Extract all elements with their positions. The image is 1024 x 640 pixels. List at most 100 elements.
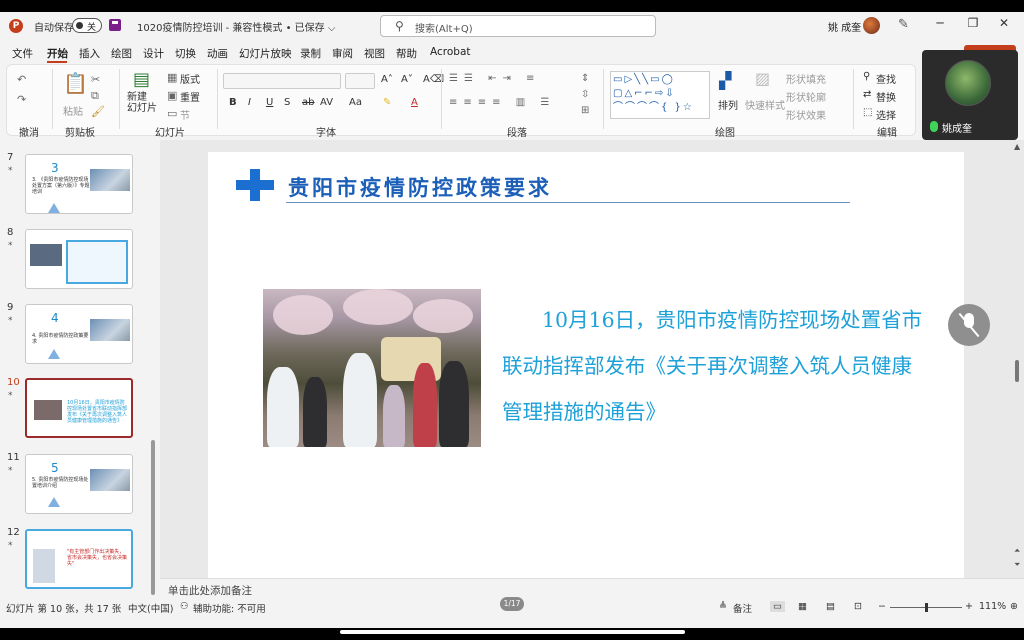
slide-thumbnail-8[interactable] [25,229,133,289]
user-name[interactable]: 姚 成奎 [828,19,861,34]
close-button[interactable]: ✕ [994,16,1014,34]
tab-view[interactable]: 视图 [364,46,385,61]
list-buttons[interactable]: ☰☰ ⇤⇥ ≡ [449,73,540,84]
copy-icon[interactable]: ⧉ [91,89,99,103]
notes-pane[interactable]: 单击此处添加备注 [160,578,1024,600]
shadow-button[interactable]: S [284,97,290,108]
new-slide-label[interactable]: 新建 幻灯片 [127,92,161,114]
thumbnail-scrollbar[interactable] [151,440,155,595]
minimize-button[interactable]: ─ [930,16,950,34]
notes-icon[interactable]: ≜ [719,601,727,612]
tab-transitions[interactable]: 切换 [175,46,196,61]
sorter-view-icon[interactable]: ▦ [798,601,807,612]
section-label[interactable]: 节 [180,107,190,122]
tab-draw[interactable]: 绘图 [111,46,132,61]
paste-label[interactable]: 粘贴 [63,103,83,118]
quick-styles-icon[interactable]: ▨ [755,69,770,88]
slide-photo[interactable] [263,289,481,447]
undo-icon[interactable]: ↶ [17,73,26,86]
tab-insert[interactable]: 插入 [79,46,100,61]
change-case-button[interactable]: Aa [349,97,362,108]
tab-review[interactable]: 审阅 [332,46,353,61]
find-label[interactable]: 查找 [876,71,896,86]
zoom-level[interactable]: 111% [979,601,1006,612]
zoom-out-icon[interactable]: − [878,601,886,612]
shape-effects-label[interactable]: 形状效果 [786,107,826,122]
font-color-icon[interactable]: A [411,97,418,108]
smartart-icon[interactable]: ⊞ [581,105,589,116]
tab-slideshow[interactable]: 幻灯片放映 [239,46,292,61]
meeting-video-tile[interactable]: 姚成奎 [922,50,1018,140]
tab-record[interactable]: 录制 [300,46,321,61]
strikethrough-button[interactable]: ab [302,97,314,108]
underline-button[interactable]: U [266,97,273,108]
align-buttons[interactable]: ≡≡≡≡ ▥ ☰ [449,97,555,108]
pen-icon[interactable]: ✎ [898,17,909,32]
zoom-in-icon[interactable]: + [965,601,973,612]
paste-icon[interactable]: 📋 [63,71,88,95]
tab-file[interactable]: 文件 [12,46,33,61]
slide-title[interactable]: 贵阳市疫情防控政策要求 [288,172,552,202]
zoom-slider-knob[interactable] [925,603,928,612]
accessibility-icon[interactable]: ⚇ [180,601,189,612]
arrange-icon[interactable]: ▞ [719,71,731,90]
tab-design[interactable]: 设计 [143,46,164,61]
highlight-icon[interactable]: ✎ [383,97,391,108]
user-avatar[interactable] [863,17,880,34]
layout-label[interactable]: 版式 [180,71,200,86]
notes-button[interactable]: 备注 [733,601,752,615]
save-icon[interactable] [109,19,121,31]
search-box[interactable]: ⚲ 搜索(Alt+Q) [380,15,656,37]
slide-thumbnail-7[interactable]: 3 3. 《贵阳市疫情防控现场处置方案（第六版）》专题培训 [25,154,133,214]
current-slide[interactable]: 贵阳市疫情防控政策要求 10月16日，贵阳市疫情防控现场处置省市联动指挥部发布《… [208,152,964,578]
decrease-font-icon[interactable]: A˅ [401,74,413,85]
home-indicator[interactable] [340,630,685,634]
reset-icon[interactable]: ▣ [167,89,177,102]
language[interactable]: 中文(中国) [128,601,173,615]
replace-label[interactable]: 替换 [876,89,896,104]
slideshow-icon[interactable]: ⊡ [854,601,862,612]
section-icon[interactable]: ▭ [167,107,177,120]
quick-styles-label[interactable]: 快速样式 [745,97,785,112]
new-slide-icon[interactable]: ▤ [133,69,150,90]
text-direction-icon[interactable]: ⇕ [581,73,589,84]
shape-fill-label[interactable]: 形状填充 [786,71,826,86]
font-name-select[interactable] [223,73,341,89]
tab-help[interactable]: 帮助 [396,46,417,61]
bold-button[interactable]: B [229,97,237,108]
tab-acrobat[interactable]: Acrobat [430,46,471,58]
italic-button[interactable]: I [248,97,251,108]
accessibility-status[interactable]: 辅助功能: 不可用 [193,601,266,615]
slide-scrollbar[interactable] [1015,360,1019,382]
autosave-toggle[interactable]: 关 [72,18,102,33]
tab-animations[interactable]: 动画 [207,46,228,61]
slide-thumbnail-11[interactable]: 5 5. 贵阳市疫情防控现场处置培训介绍 [25,454,133,514]
align-text-icon[interactable]: ⇳ [581,89,589,100]
slide-thumbnail-9[interactable]: 4 4. 贵阳市疫情防控政策要求 [25,304,133,364]
mic-muted-button[interactable] [948,304,990,346]
select-label[interactable]: 选择 [876,107,896,122]
maximize-button[interactable]: ❐ [963,16,983,34]
cut-icon[interactable]: ✂ [91,73,100,86]
layout-icon[interactable]: ▦ [167,71,177,84]
arrange-label[interactable]: 排列 [718,97,738,112]
shapes-grid[interactable]: ▭▷╲╲▭◯ ▢△⌐⌐⇨⇩ ⌒⌒⌒⌒{ }☆ [613,73,707,115]
normal-view-icon[interactable]: ▭ [770,601,785,612]
slide-body-text[interactable]: 10月16日，贵阳市疫情防控现场处置省市联动指挥部发布《关于再次调整入筑人员健康… [502,297,932,435]
document-title[interactable]: 1020疫情防控培训 - 兼容性模式 • 已保存 ⌵ [137,19,335,34]
shape-outline-label[interactable]: 形状轮廓 [786,89,826,104]
reading-view-icon[interactable]: ▤ [826,601,835,612]
slide-thumbnail-12[interactable]: "有主管部门作出决策失，省市会决策失，也省会决策失" [25,529,133,589]
redo-icon[interactable]: ↷ [17,93,26,106]
fit-slide-icon[interactable]: ⊕ [1010,601,1018,612]
tab-home[interactable]: 开始 [47,46,68,61]
prev-slide-icon[interactable]: ⏶ [1014,546,1020,556]
find-icon[interactable]: ⚲ [863,71,870,82]
char-spacing-button[interactable]: AV [320,97,333,108]
scroll-up-icon[interactable]: ▲ [1014,142,1020,151]
replace-icon[interactable]: ⇄ [863,89,871,100]
font-size-select[interactable] [345,73,375,89]
slide-thumbnail-10[interactable]: 10月16日，贵阳市疫情防控现场处置省市联动指挥部发布《关于再次调整入筑人员健康… [25,378,133,438]
next-slide-icon[interactable]: ⏷ [1014,560,1020,570]
format-painter-icon[interactable]: 🖌 [91,105,105,118]
